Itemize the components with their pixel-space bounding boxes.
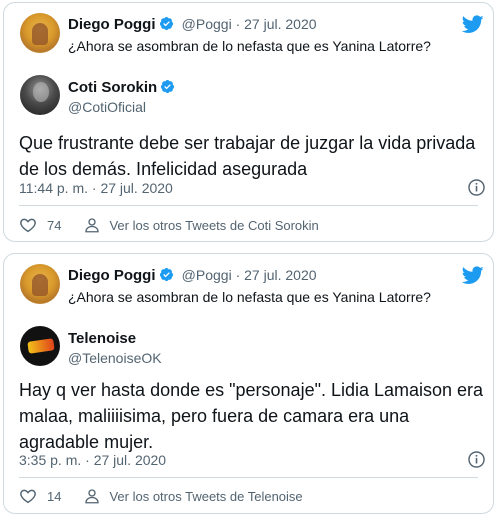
tweet-timestamp[interactable]: 3:35 p. m. · 27 jul. 2020 bbox=[19, 452, 166, 468]
twitter-logo-icon[interactable] bbox=[462, 266, 484, 285]
like-count[interactable]: 74 bbox=[47, 218, 61, 233]
heart-outline-icon[interactable] bbox=[19, 487, 37, 505]
quoted-meta: @Poggi · 27 jul. 2020 bbox=[181, 16, 317, 32]
author-name-row: Coti Sorokin bbox=[68, 79, 175, 96]
twitter-logo-icon[interactable] bbox=[462, 15, 484, 34]
quoted-author-name[interactable]: Diego Poggi bbox=[68, 267, 156, 284]
info-icon[interactable] bbox=[467, 450, 486, 469]
author-handle[interactable]: @TelenoiseOK bbox=[68, 350, 162, 366]
author-avatar[interactable] bbox=[20, 326, 60, 366]
quoted-avatar[interactable] bbox=[20, 13, 60, 53]
quoted-name-row: Diego Poggi @Poggi · 27 jul. 2020 bbox=[68, 267, 317, 284]
quoted-author-name[interactable]: Diego Poggi bbox=[68, 16, 156, 33]
action-bar: 14 Ver los otros Tweets de Telenoise bbox=[19, 487, 303, 505]
tweet-card[interactable]: Diego Poggi @Poggi · 27 jul. 2020 ¿Ahora… bbox=[3, 253, 494, 514]
author-name[interactable]: Coti Sorokin bbox=[68, 79, 157, 96]
quoted-avatar[interactable] bbox=[20, 264, 60, 304]
action-bar: 74 Ver los otros Tweets de Coti Sorokin bbox=[19, 216, 319, 234]
tweet-text: Que frustrante debe ser trabajar de juzg… bbox=[19, 133, 476, 179]
person-icon bbox=[85, 218, 100, 233]
view-more-tweets-link[interactable]: Ver los otros Tweets de Telenoise bbox=[109, 489, 302, 504]
like-count[interactable]: 14 bbox=[47, 489, 61, 504]
author-avatar[interactable] bbox=[20, 75, 60, 115]
verified-badge-icon bbox=[159, 16, 173, 31]
quoted-text: ¿Ahora se asombran de lo nefasta que es … bbox=[68, 289, 431, 305]
quoted-meta: @Poggi · 27 jul. 2020 bbox=[181, 267, 317, 283]
info-icon[interactable] bbox=[467, 178, 486, 197]
quoted-name-row: Diego Poggi @Poggi · 27 jul. 2020 bbox=[68, 16, 317, 33]
divider bbox=[19, 477, 478, 478]
person-icon bbox=[85, 489, 100, 504]
quoted-text: ¿Ahora se asombran de lo nefasta que es … bbox=[68, 38, 431, 54]
verified-badge-icon bbox=[159, 267, 173, 282]
divider bbox=[19, 205, 478, 206]
author-name[interactable]: Telenoise bbox=[68, 330, 136, 347]
author-handle[interactable]: @CotiOficial bbox=[68, 99, 146, 115]
tweet-timestamp[interactable]: 11:44 p. m. · 27 jul. 2020 bbox=[19, 180, 173, 196]
heart-outline-icon[interactable] bbox=[19, 216, 37, 234]
tweet-card[interactable]: Diego Poggi @Poggi · 27 jul. 2020 ¿Ahora… bbox=[3, 2, 494, 242]
view-more-tweets-link[interactable]: Ver los otros Tweets de Coti Sorokin bbox=[109, 218, 318, 233]
tweet-text: Hay q ver hasta donde es "personaje". Li… bbox=[19, 380, 484, 452]
verified-badge-icon bbox=[161, 79, 175, 94]
